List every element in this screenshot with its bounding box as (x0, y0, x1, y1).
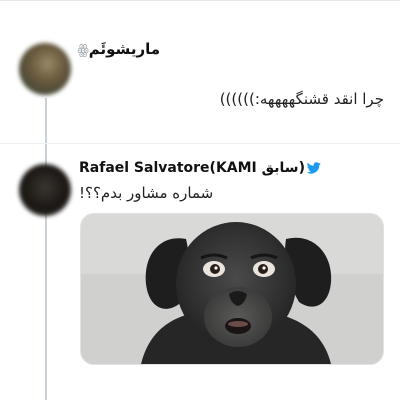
display-name[interactable]: ماریشوئَمꙮ (77, 40, 160, 58)
avatar[interactable] (19, 164, 71, 216)
top-divider (0, 0, 400, 1)
tweet-text: شماره مشاور بدم؟؟! (79, 184, 214, 202)
tweet-media[interactable] (80, 213, 384, 365)
display-name-text: ماریشوئَم (88, 40, 160, 58)
tweet-text: چرا انقد قشنگههههه:)))))) (219, 90, 384, 108)
avatar[interactable] (19, 43, 71, 95)
display-name[interactable]: Rafael Salvatore(KAMI سابق) (79, 160, 321, 176)
dog-with-human-face-icon (81, 214, 383, 364)
name-emoji-icon: ꙮ (77, 43, 89, 58)
bird-icon (306, 162, 321, 174)
display-name-text: Rafael Salvatore(KAMI سابق) (79, 160, 305, 176)
divider (0, 143, 400, 144)
